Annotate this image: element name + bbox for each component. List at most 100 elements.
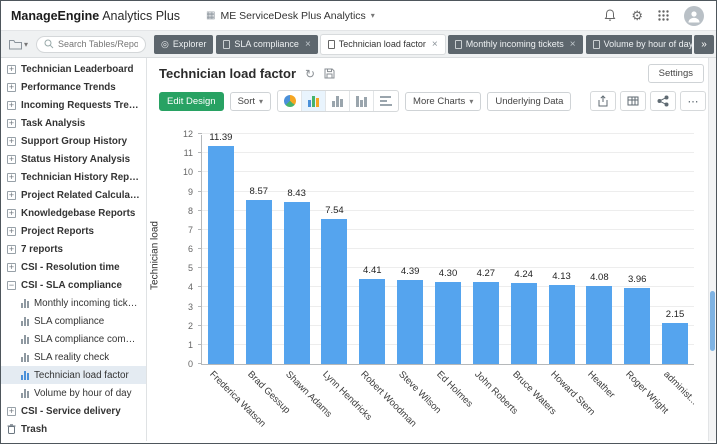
bar-brad-gessup[interactable]: [246, 200, 272, 364]
tab-scroll-right-button[interactable]: »: [694, 35, 714, 54]
stacked-chart-icon[interactable]: [350, 91, 374, 111]
tab-label: Monthly incoming tickets: [466, 39, 564, 49]
close-icon[interactable]: ×: [570, 39, 576, 50]
chevron-down-icon: ▾: [24, 40, 28, 49]
expand-icon[interactable]: +: [7, 407, 16, 416]
search-input[interactable]: [58, 39, 138, 49]
vertical-scrollbar[interactable]: [708, 58, 716, 441]
edit-design-button[interactable]: Edit Design: [159, 92, 224, 111]
expand-icon[interactable]: +: [7, 119, 16, 128]
save-icon[interactable]: [324, 68, 335, 79]
sidebar-item-task-analysis[interactable]: +Task Analysis: [1, 114, 146, 132]
sidebar-item-label: Technician load factor: [34, 370, 129, 381]
bell-icon[interactable]: [604, 9, 616, 22]
avatar[interactable]: [684, 6, 704, 26]
expand-icon[interactable]: +: [7, 137, 16, 146]
sidebar-item-csi-sla-compliance[interactable]: −CSI - SLA compliance: [1, 276, 146, 294]
expand-icon[interactable]: +: [7, 155, 16, 164]
sidebar-item-monthly-incoming-tickets[interactable]: Monthly incoming tickets: [1, 294, 146, 312]
tab-explorer[interactable]: ◎Explorer: [154, 35, 213, 54]
more-charts-button[interactable]: More Charts ▾: [405, 92, 481, 111]
tab-sla-compliance[interactable]: SLA compliance×: [216, 35, 317, 54]
bar-slot: 4.27John Roberts: [467, 135, 505, 364]
sidebar-item-incoming-requests-trend-a[interactable]: +Incoming Requests Trend A...: [1, 96, 146, 114]
underlying-data-button[interactable]: Underlying Data: [487, 92, 571, 111]
bar-steve-wilson[interactable]: [397, 280, 423, 364]
y-tick-label: 5: [188, 263, 193, 273]
bar-heather[interactable]: [586, 286, 612, 364]
bar-john-roberts[interactable]: [473, 282, 499, 364]
sidebar-item-project-reports[interactable]: +Project Reports: [1, 222, 146, 240]
gear-icon[interactable]: ⚙: [631, 8, 643, 24]
sidebar-item-knowledgebase-reports[interactable]: +Knowledgebase Reports: [1, 204, 146, 222]
settings-button[interactable]: Settings: [648, 64, 704, 83]
sort-label: Sort: [238, 96, 255, 107]
sidebar-item-label: 7 reports: [21, 244, 63, 255]
sidebar-item-technician-history-reports[interactable]: +Technician History Reports: [1, 168, 146, 186]
bar-roger-wright[interactable]: [624, 288, 650, 364]
bar-shawn-adams[interactable]: [284, 202, 310, 364]
expand-icon[interactable]: +: [7, 65, 16, 74]
expand-icon[interactable]: +: [7, 209, 16, 218]
sidebar-item-7-reports[interactable]: +7 reports: [1, 240, 146, 258]
sidebar-item-status-history-analysis[interactable]: +Status History Analysis: [1, 150, 146, 168]
sidebar-item-sla-compliance[interactable]: SLA compliance: [1, 312, 146, 330]
tab-technician-load-factor[interactable]: Technician load factor ×: [321, 35, 445, 54]
sort-button[interactable]: Sort ▾: [230, 92, 271, 111]
tab-label: Technician load factor: [339, 39, 426, 49]
sidebar-item-project-related-calculations[interactable]: +Project Related Calculations: [1, 186, 146, 204]
table-view-icon[interactable]: [620, 91, 646, 111]
apps-grid-icon[interactable]: [658, 10, 669, 21]
horizontal-bar-chart-icon[interactable]: [374, 91, 398, 111]
close-icon[interactable]: ×: [432, 39, 438, 50]
chart-type-group: [277, 90, 399, 112]
sidebar-item-technician-leaderboard[interactable]: +Technician Leaderboard: [1, 60, 146, 78]
scrollbar-thumb[interactable]: [710, 291, 715, 351]
sidebar-item-performance-trends[interactable]: +Performance Trends: [1, 78, 146, 96]
x-axis-label: administ...: [661, 369, 699, 407]
bar-robert-woodman[interactable]: [359, 279, 385, 364]
bar-slot: 11.39Frederica Watson: [202, 135, 240, 364]
expand-icon[interactable]: +: [7, 191, 16, 200]
folder-icon[interactable]: ▾: [9, 39, 28, 50]
bar-slot: 4.24Bruce Waters: [505, 135, 543, 364]
workspace-name: ME ServiceDesk Plus Analytics: [220, 10, 365, 22]
y-tick-label: 8: [188, 206, 193, 216]
sidebar-item-technician-load-factor[interactable]: Technician load factor: [1, 366, 146, 384]
bar-bruce-waters[interactable]: [511, 283, 537, 364]
expand-icon[interactable]: +: [7, 101, 16, 110]
bar-frederica-watson[interactable]: [208, 146, 234, 364]
sidebar-item-support-group-history[interactable]: +Support Group History: [1, 132, 146, 150]
bar-howard-stern[interactable]: [549, 285, 575, 364]
expand-icon[interactable]: +: [7, 173, 16, 182]
tab-monthly-incoming-tickets[interactable]: Monthly incoming tickets ×: [448, 35, 583, 54]
expand-icon[interactable]: +: [7, 263, 16, 272]
export-icon[interactable]: [590, 91, 616, 111]
bar-administ[interactable]: [662, 323, 688, 364]
bar-lynn-hendricks[interactable]: [321, 219, 347, 364]
sidebar-item-volume-by-hour-of-day[interactable]: Volume by hour of day: [1, 384, 146, 402]
bar-ed-holmes[interactable]: [435, 282, 461, 364]
expand-icon[interactable]: +: [7, 83, 16, 92]
sidebar-item-sla-reality-check[interactable]: SLA reality check: [1, 348, 146, 366]
tab-volume-by-hour-of-day[interactable]: Volume by hour of day×: [586, 35, 692, 54]
expand-icon[interactable]: +: [7, 227, 16, 236]
expand-icon[interactable]: +: [7, 245, 16, 254]
tab-label: Explorer: [173, 39, 207, 49]
sidebar-item-trash[interactable]: Trash: [1, 420, 146, 438]
column-chart-icon[interactable]: [326, 91, 350, 111]
share-icon[interactable]: [650, 91, 676, 111]
bar-series: 11.39Frederica Watson8.57Brad Gessup8.43…: [202, 135, 694, 364]
refresh-icon[interactable]: ↻: [305, 68, 315, 80]
workspace-selector[interactable]: ▦ ME ServiceDesk Plus Analytics ▾: [206, 10, 375, 22]
pie-chart-icon[interactable]: [278, 91, 302, 111]
sidebar-item-csi-resolution-time[interactable]: +CSI - Resolution time: [1, 258, 146, 276]
more-options-icon[interactable]: ⋯: [680, 91, 706, 111]
toolbar-right-icons: ⋯: [590, 91, 706, 111]
collapse-icon[interactable]: −: [7, 281, 16, 290]
sidebar-item-csi-service-delivery[interactable]: +CSI - Service delivery: [1, 402, 146, 420]
sidebar-item-sla-compliance-comparison[interactable]: SLA compliance comparison: [1, 330, 146, 348]
bar-slot: 7.54Lynn Hendricks: [316, 135, 354, 364]
bar-chart-icon[interactable]: [302, 91, 326, 111]
close-icon[interactable]: ×: [305, 39, 311, 50]
